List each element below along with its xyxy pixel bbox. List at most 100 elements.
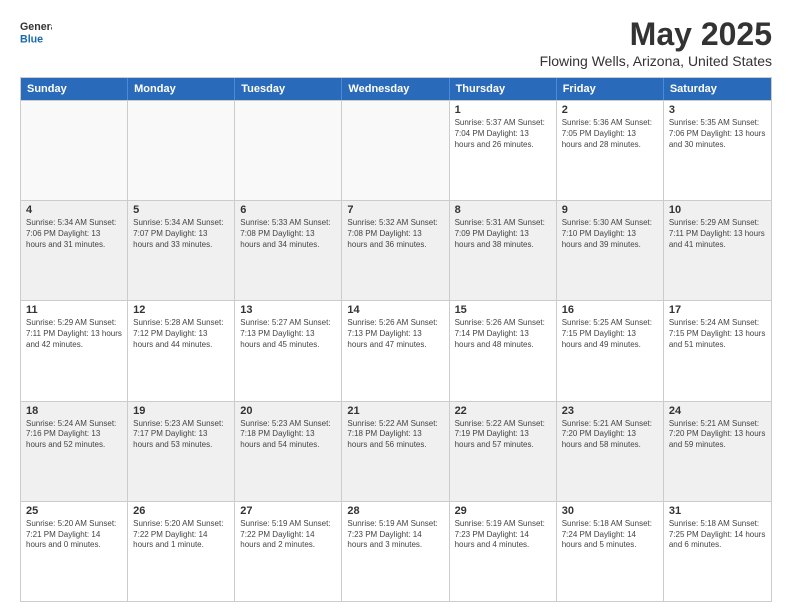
cell-info: Sunrise: 5:18 AM Sunset: 7:25 PM Dayligh… xyxy=(669,519,766,551)
cell-info: Sunrise: 5:27 AM Sunset: 7:13 PM Dayligh… xyxy=(240,318,336,350)
cell-info: Sunrise: 5:20 AM Sunset: 7:22 PM Dayligh… xyxy=(133,519,229,551)
calendar-row-4: 25 Sunrise: 5:20 AM Sunset: 7:21 PM Dayli… xyxy=(21,501,771,601)
header-monday: Monday xyxy=(128,78,235,100)
cell-info: Sunrise: 5:24 AM Sunset: 7:16 PM Dayligh… xyxy=(26,419,122,451)
cell-day-number: 6 xyxy=(240,204,336,216)
calendar-cell-1-4: 8 Sunrise: 5:31 AM Sunset: 7:09 PM Daylig… xyxy=(450,201,557,300)
calendar-cell-3-2: 20 Sunrise: 5:23 AM Sunset: 7:18 PM Dayli… xyxy=(235,402,342,501)
calendar-cell-3-3: 21 Sunrise: 5:22 AM Sunset: 7:18 PM Dayli… xyxy=(342,402,449,501)
calendar-cell-4-2: 27 Sunrise: 5:19 AM Sunset: 7:22 PM Dayli… xyxy=(235,502,342,601)
cell-day-number: 11 xyxy=(26,304,122,316)
calendar-cell-2-4: 15Sunrise: 5:26 AM Sunset: 7:14 PM Dayli… xyxy=(450,301,557,400)
cell-info: Sunrise: 5:36 AM Sunset: 7:05 PM Dayligh… xyxy=(562,118,658,150)
cell-day-number: 27 xyxy=(240,505,336,517)
calendar-cell-0-2 xyxy=(235,101,342,200)
cell-day-number: 24 xyxy=(669,405,766,417)
calendar-cell-2-2: 13 Sunrise: 5:27 AM Sunset: 7:13 PM Dayli… xyxy=(235,301,342,400)
calendar-cell-1-2: 6 Sunrise: 5:33 AM Sunset: 7:08 PM Daylig… xyxy=(235,201,342,300)
cell-info: Sunrise: 5:26 AM Sunset: 7:14 PM Dayligh… xyxy=(455,318,551,350)
cell-day-number: 4 xyxy=(26,204,122,216)
calendar-cell-1-5: 9 Sunrise: 5:30 AM Sunset: 7:10 PM Daylig… xyxy=(557,201,664,300)
cell-info: Sunrise: 5:26 AM Sunset: 7:13 PM Dayligh… xyxy=(347,318,443,350)
calendar-row-1: 4 Sunrise: 5:34 AM Sunset: 7:06 PM Daylig… xyxy=(21,200,771,300)
cell-info: Sunrise: 5:29 AM Sunset: 7:11 PM Dayligh… xyxy=(26,318,122,350)
calendar-cell-4-3: 28 Sunrise: 5:19 AM Sunset: 7:23 PM Dayli… xyxy=(342,502,449,601)
cell-day-number: 29 xyxy=(455,505,551,517)
cell-info: Sunrise: 5:21 AM Sunset: 7:20 PM Dayligh… xyxy=(562,419,658,451)
cell-day-number: 28 xyxy=(347,505,443,517)
cell-info: Sunrise: 5:33 AM Sunset: 7:08 PM Dayligh… xyxy=(240,218,336,250)
calendar-row-0: 1Sunrise: 5:37 AM Sunset: 7:04 PM Daylig… xyxy=(21,100,771,200)
cell-day-number: 21 xyxy=(347,405,443,417)
cell-day-number: 20 xyxy=(240,405,336,417)
cell-day-number: 3 xyxy=(669,104,766,116)
header-thursday: Thursday xyxy=(450,78,557,100)
cell-info: Sunrise: 5:19 AM Sunset: 7:23 PM Dayligh… xyxy=(455,519,551,551)
calendar-body: 1Sunrise: 5:37 AM Sunset: 7:04 PM Daylig… xyxy=(21,100,771,601)
cell-info: Sunrise: 5:19 AM Sunset: 7:22 PM Dayligh… xyxy=(240,519,336,551)
cell-day-number: 26 xyxy=(133,505,229,517)
header: GeneralBlue May 2025 Flowing Wells, Ariz… xyxy=(20,16,772,69)
cell-info: Sunrise: 5:25 AM Sunset: 7:15 PM Dayligh… xyxy=(562,318,658,350)
header-friday: Friday xyxy=(557,78,664,100)
cell-day-number: 14 xyxy=(347,304,443,316)
calendar-cell-3-0: 18 Sunrise: 5:24 AM Sunset: 7:16 PM Dayli… xyxy=(21,402,128,501)
header-tuesday: Tuesday xyxy=(235,78,342,100)
cell-info: Sunrise: 5:20 AM Sunset: 7:21 PM Dayligh… xyxy=(26,519,122,551)
calendar-cell-0-4: 1Sunrise: 5:37 AM Sunset: 7:04 PM Daylig… xyxy=(450,101,557,200)
calendar-cell-4-6: 31 Sunrise: 5:18 AM Sunset: 7:25 PM Dayli… xyxy=(664,502,771,601)
svg-text:Blue: Blue xyxy=(20,34,43,46)
calendar-header: Sunday Monday Tuesday Wednesday Thursday… xyxy=(21,78,771,100)
cell-info: Sunrise: 5:23 AM Sunset: 7:18 PM Dayligh… xyxy=(240,419,336,451)
calendar-cell-2-3: 14 Sunrise: 5:26 AM Sunset: 7:13 PM Dayli… xyxy=(342,301,449,400)
calendar-cell-4-4: 29 Sunrise: 5:19 AM Sunset: 7:23 PM Dayli… xyxy=(450,502,557,601)
cell-day-number: 22 xyxy=(455,405,551,417)
cell-day-number: 13 xyxy=(240,304,336,316)
calendar-row-3: 18 Sunrise: 5:24 AM Sunset: 7:16 PM Dayli… xyxy=(21,401,771,501)
cell-info: Sunrise: 5:30 AM Sunset: 7:10 PM Dayligh… xyxy=(562,218,658,250)
title-block: May 2025 Flowing Wells, Arizona, United … xyxy=(540,16,772,69)
page: GeneralBlue May 2025 Flowing Wells, Ariz… xyxy=(0,0,792,612)
calendar-cell-0-6: 3 Sunrise: 5:35 AM Sunset: 7:06 PM Daylig… xyxy=(664,101,771,200)
cell-info: Sunrise: 5:34 AM Sunset: 7:06 PM Dayligh… xyxy=(26,218,122,250)
cell-day-number: 5 xyxy=(133,204,229,216)
cell-day-number: 19 xyxy=(133,405,229,417)
calendar-cell-3-5: 23 Sunrise: 5:21 AM Sunset: 7:20 PM Dayli… xyxy=(557,402,664,501)
cell-info: Sunrise: 5:35 AM Sunset: 7:06 PM Dayligh… xyxy=(669,118,766,150)
calendar-cell-0-1 xyxy=(128,101,235,200)
calendar-cell-3-1: 19 Sunrise: 5:23 AM Sunset: 7:17 PM Dayli… xyxy=(128,402,235,501)
calendar: Sunday Monday Tuesday Wednesday Thursday… xyxy=(20,77,772,602)
calendar-cell-2-5: 16Sunrise: 5:25 AM Sunset: 7:15 PM Dayli… xyxy=(557,301,664,400)
cell-info: Sunrise: 5:19 AM Sunset: 7:23 PM Dayligh… xyxy=(347,519,443,551)
calendar-cell-4-5: 30 Sunrise: 5:18 AM Sunset: 7:24 PM Dayli… xyxy=(557,502,664,601)
cell-day-number: 23 xyxy=(562,405,658,417)
calendar-cell-3-4: 22Sunrise: 5:22 AM Sunset: 7:19 PM Dayli… xyxy=(450,402,557,501)
calendar-cell-0-3 xyxy=(342,101,449,200)
cell-day-number: 9 xyxy=(562,204,658,216)
calendar-cell-2-0: 11 Sunrise: 5:29 AM Sunset: 7:11 PM Dayli… xyxy=(21,301,128,400)
cell-day-number: 12 xyxy=(133,304,229,316)
calendar-cell-1-0: 4 Sunrise: 5:34 AM Sunset: 7:06 PM Daylig… xyxy=(21,201,128,300)
cell-info: Sunrise: 5:21 AM Sunset: 7:20 PM Dayligh… xyxy=(669,419,766,451)
header-sunday: Sunday xyxy=(21,78,128,100)
calendar-cell-0-5: 2 Sunrise: 5:36 AM Sunset: 7:05 PM Daylig… xyxy=(557,101,664,200)
cell-day-number: 18 xyxy=(26,405,122,417)
cell-info: Sunrise: 5:24 AM Sunset: 7:15 PM Dayligh… xyxy=(669,318,766,350)
calendar-cell-4-1: 26 Sunrise: 5:20 AM Sunset: 7:22 PM Dayli… xyxy=(128,502,235,601)
cell-info: Sunrise: 5:31 AM Sunset: 7:09 PM Dayligh… xyxy=(455,218,551,250)
calendar-cell-1-6: 10Sunrise: 5:29 AM Sunset: 7:11 PM Dayli… xyxy=(664,201,771,300)
cell-day-number: 30 xyxy=(562,505,658,517)
calendar-cell-0-0 xyxy=(21,101,128,200)
cell-info: Sunrise: 5:18 AM Sunset: 7:24 PM Dayligh… xyxy=(562,519,658,551)
cell-info: Sunrise: 5:22 AM Sunset: 7:18 PM Dayligh… xyxy=(347,419,443,451)
calendar-cell-2-6: 17Sunrise: 5:24 AM Sunset: 7:15 PM Dayli… xyxy=(664,301,771,400)
cell-day-number: 31 xyxy=(669,505,766,517)
cell-info: Sunrise: 5:32 AM Sunset: 7:08 PM Dayligh… xyxy=(347,218,443,250)
cell-day-number: 8 xyxy=(455,204,551,216)
calendar-cell-3-6: 24 Sunrise: 5:21 AM Sunset: 7:20 PM Dayli… xyxy=(664,402,771,501)
cell-day-number: 2 xyxy=(562,104,658,116)
cell-day-number: 1 xyxy=(455,104,551,116)
cell-day-number: 25 xyxy=(26,505,122,517)
logo-icon: GeneralBlue xyxy=(20,16,52,48)
cell-info: Sunrise: 5:23 AM Sunset: 7:17 PM Dayligh… xyxy=(133,419,229,451)
